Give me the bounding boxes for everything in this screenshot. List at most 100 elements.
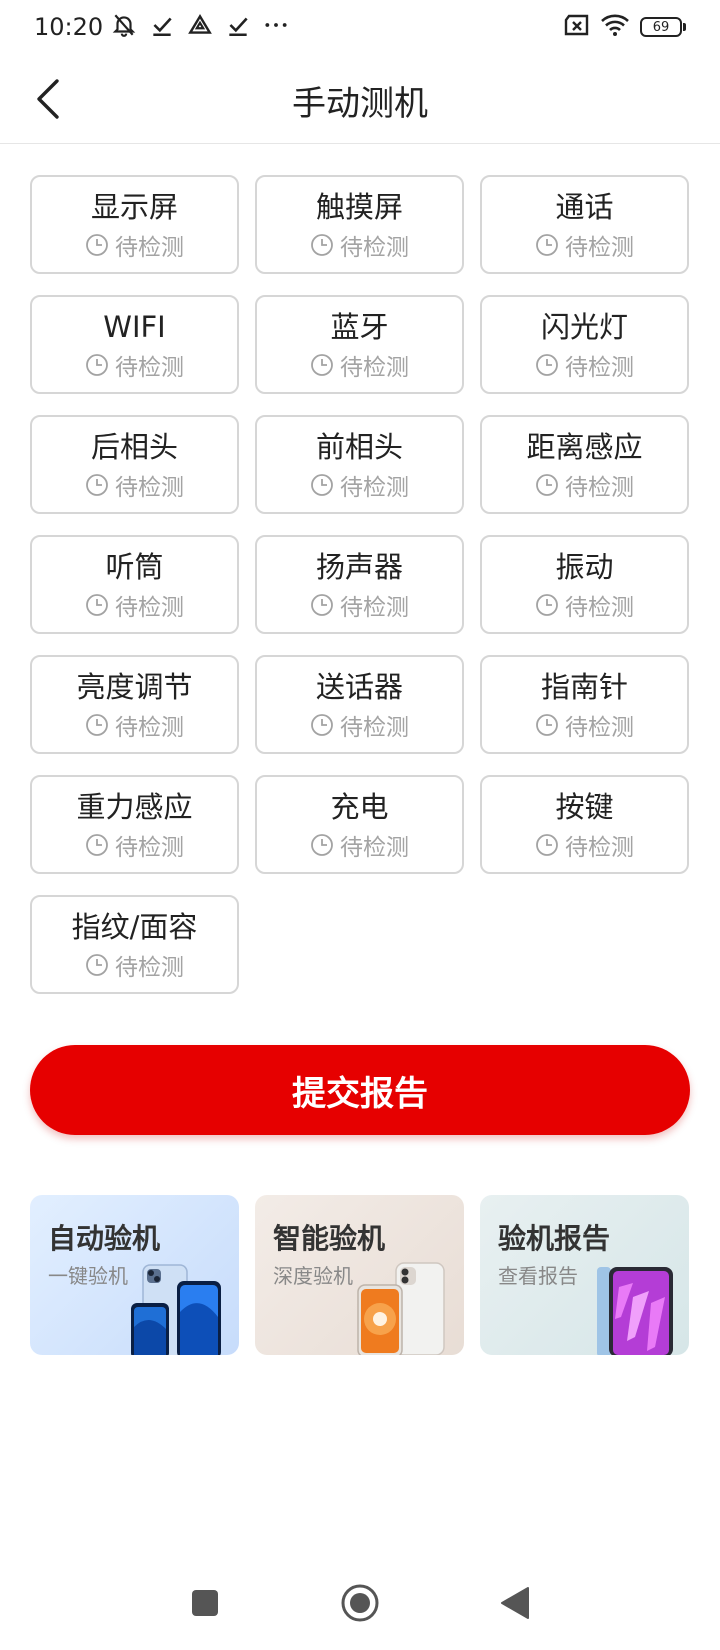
triangle-back-icon: [501, 1586, 529, 1619]
mute-icon: [111, 12, 137, 42]
test-card-brightness[interactable]: 亮度调节 待检测: [30, 655, 239, 754]
clock-icon: [85, 833, 109, 857]
clock-icon: [310, 713, 334, 737]
test-card-compass[interactable]: 指南针 待检测: [480, 655, 689, 754]
test-status: 待检测: [310, 468, 409, 502]
nav-bar: 手动测机: [0, 54, 720, 144]
test-card-bluetooth[interactable]: 蓝牙 待检测: [255, 295, 464, 394]
sim-error-icon: [562, 13, 590, 41]
test-name: 距离感应: [526, 429, 643, 464]
clock-icon: [85, 473, 109, 497]
test-status: 待检测: [535, 708, 634, 742]
test-card-fingerprint-face[interactable]: 指纹/面容 待检测: [30, 895, 239, 994]
test-card-wifi[interactable]: WIFI 待检测: [30, 295, 239, 394]
circle-icon: [341, 1584, 379, 1621]
test-name: 显示屏: [90, 189, 178, 224]
battery-level: 69: [640, 17, 682, 37]
test-name: 蓝牙: [330, 309, 389, 344]
test-name: WIFI: [103, 309, 166, 344]
test-name: 指纹/面容: [71, 909, 198, 944]
test-card-buttons[interactable]: 按键 待检测: [480, 775, 689, 874]
test-card-proximity[interactable]: 距离感应 待检测: [480, 415, 689, 514]
test-status: 待检测: [85, 228, 184, 262]
test-name: 前相头: [315, 429, 403, 464]
system-back-button[interactable]: [490, 1578, 540, 1628]
check-icon: [149, 12, 175, 42]
test-name: 后相头: [90, 429, 178, 464]
clock-icon: [535, 353, 559, 377]
recent-apps-button[interactable]: [180, 1578, 230, 1628]
promo-card-auto-check[interactable]: 自动验机 一键验机: [30, 1195, 239, 1355]
tablet-illustration-icon: [597, 1267, 673, 1355]
test-name: 充电: [330, 789, 389, 824]
test-card-display[interactable]: 显示屏 待检测: [30, 175, 239, 274]
test-name: 振动: [555, 549, 614, 584]
submit-report-button[interactable]: 提交报告: [30, 1045, 690, 1135]
test-name: 送话器: [315, 669, 403, 704]
test-card-flashlight[interactable]: 闪光灯 待检测: [480, 295, 689, 394]
home-button[interactable]: [335, 1578, 385, 1628]
test-name: 触摸屏: [315, 189, 403, 224]
test-name: 指南针: [540, 669, 628, 704]
test-status: 待检测: [310, 708, 409, 742]
test-card-vibration[interactable]: 振动 待检测: [480, 535, 689, 634]
test-name: 按键: [555, 789, 614, 824]
test-name: 闪光灯: [540, 309, 628, 344]
test-grid: 显示屏 待检测 触摸屏 待检测 通话 待检测 WIFI 待检测 蓝牙 待检测 闪…: [30, 175, 690, 994]
clock-icon: [310, 233, 334, 257]
test-status: 待检测: [85, 588, 184, 622]
check-icon: [225, 12, 251, 42]
more-icon: [263, 12, 289, 42]
test-name: 扬声器: [315, 549, 403, 584]
test-status: 待检测: [535, 228, 634, 262]
test-card-rear-camera[interactable]: 后相头 待检测: [30, 415, 239, 514]
square-icon: [192, 1589, 218, 1616]
drive-icon: [187, 12, 213, 42]
test-card-microphone[interactable]: 送话器 待检测: [255, 655, 464, 754]
system-nav-bar: [0, 1555, 720, 1650]
test-status: 待检测: [85, 828, 184, 862]
test-status: 待检测: [85, 708, 184, 742]
test-card-call[interactable]: 通话 待检测: [480, 175, 689, 274]
test-card-touchscreen[interactable]: 触摸屏 待检测: [255, 175, 464, 274]
clock-icon: [535, 833, 559, 857]
status-notification-icons: [111, 12, 289, 42]
test-card-speaker[interactable]: 扬声器 待检测: [255, 535, 464, 634]
test-status: 待检测: [85, 348, 184, 382]
test-card-earpiece[interactable]: 听筒 待检测: [30, 535, 239, 634]
test-status: 待检测: [535, 468, 634, 502]
test-status: 待检测: [310, 348, 409, 382]
promo-title: 智能验机: [273, 1222, 386, 1255]
promo-row: 自动验机 一键验机 智能验机 深度验机 验机报告 查看报告: [30, 1195, 690, 1355]
test-name: 听筒: [105, 549, 164, 584]
status-system-icons: 69: [562, 13, 686, 41]
clock-icon: [535, 593, 559, 617]
test-status: 待检测: [85, 468, 184, 502]
test-name: 重力感应: [76, 789, 193, 824]
phone-illustration-icon: [131, 1264, 221, 1355]
status-bar: 10:20 69: [0, 0, 720, 54]
clock-icon: [85, 593, 109, 617]
clock-icon: [85, 953, 109, 977]
promo-title: 自动验机: [48, 1222, 161, 1255]
test-name: 通话: [555, 189, 614, 224]
promo-subtitle: 查看报告: [498, 1264, 578, 1288]
test-status: 待检测: [310, 828, 409, 862]
test-status: 待检测: [310, 588, 409, 622]
test-card-gravity[interactable]: 重力感应 待检测: [30, 775, 239, 874]
promo-title: 验机报告: [498, 1222, 611, 1255]
wifi-icon: [600, 13, 630, 41]
promo-card-smart-check[interactable]: 智能验机 深度验机: [255, 1195, 464, 1355]
test-card-front-camera[interactable]: 前相头 待检测: [255, 415, 464, 514]
phone-illustration-icon: [357, 1262, 445, 1355]
clock-icon: [85, 353, 109, 377]
page-title: 手动测机: [292, 84, 428, 124]
test-status: 待检测: [85, 948, 184, 982]
test-card-charging[interactable]: 充电 待检测: [255, 775, 464, 874]
clock-icon: [310, 473, 334, 497]
clock-icon: [310, 833, 334, 857]
test-status: 待检测: [535, 828, 634, 862]
promo-card-check-report[interactable]: 验机报告 查看报告: [480, 1195, 689, 1355]
status-time: 10:20: [34, 13, 104, 41]
clock-icon: [535, 713, 559, 737]
